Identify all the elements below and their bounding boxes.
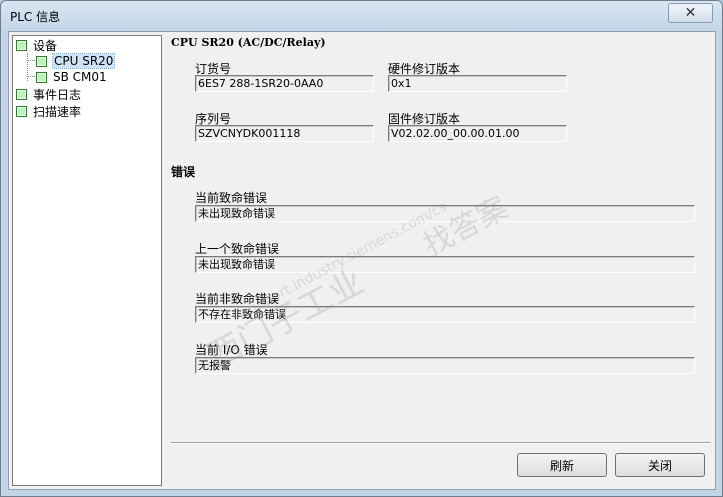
window-title: PLC 信息 xyxy=(10,10,61,24)
current-io-error-label: 当前 I/O 错误 xyxy=(195,343,268,357)
watermark-text: 找答案 xyxy=(417,190,514,264)
firmware-revision-field[interactable]: V02.02.00_00.00.01.00 xyxy=(388,125,567,142)
order-number-field[interactable]: 6ES7 288-1SR20-0AA0 xyxy=(195,75,374,92)
current-fatal-error-field[interactable]: 未出现致命错误 xyxy=(195,205,695,222)
tree-item-scan-rate[interactable]: 扫描速率 xyxy=(16,103,81,119)
last-fatal-error-field[interactable]: 未出现致命错误 xyxy=(195,256,695,273)
navigation-tree[interactable]: 设备 CPU SR20 SB CM01 事件日志 扫描速率 xyxy=(12,35,162,486)
close-button[interactable]: 关闭 xyxy=(615,453,705,477)
dialog-body: 设备 CPU SR20 SB CM01 事件日志 扫描速率 CPU SR20 (… xyxy=(8,31,716,490)
tree-item-label: SB CM01 xyxy=(53,70,107,84)
tree-item-device[interactable]: 设备 xyxy=(16,37,57,53)
divider xyxy=(171,442,711,444)
hardware-revision-field[interactable]: 0x1 xyxy=(388,75,567,92)
tree-item-label: 设备 xyxy=(33,38,58,53)
tree-item-label: CPU SR20 xyxy=(51,53,116,69)
title-bar[interactable]: PLC 信息 ✕ xyxy=(1,1,722,31)
tree-node-icon xyxy=(36,71,47,83)
tree-node-icon xyxy=(16,39,27,51)
current-io-error-field[interactable]: 无报警 xyxy=(195,357,695,374)
errors-heading: 错误 xyxy=(171,165,196,179)
close-icon: ✕ xyxy=(684,5,697,21)
cpu-heading: CPU SR20 (AC/DC/Relay) xyxy=(171,36,326,49)
tree-node-icon xyxy=(16,88,27,100)
tree-item-sb-cm01[interactable]: SB CM01 xyxy=(36,69,107,85)
window-close-button[interactable]: ✕ xyxy=(668,3,713,23)
current-nonfatal-error-label: 当前非致命错误 xyxy=(195,292,280,306)
tree-node-icon xyxy=(16,105,27,117)
current-fatal-error-label: 当前致命错误 xyxy=(195,191,268,205)
current-nonfatal-error-field[interactable]: 不存在非致命错误 xyxy=(195,306,695,323)
refresh-button[interactable]: 刷新 xyxy=(517,453,607,477)
plc-info-dialog: PLC 信息 ✕ 设备 CPU SR20 SB CM01 事件日志 扫描速率 C… xyxy=(0,0,723,497)
tree-item-event-log[interactable]: 事件日志 xyxy=(16,86,81,102)
last-fatal-error-label: 上一个致命错误 xyxy=(195,242,280,256)
tree-node-icon xyxy=(36,55,47,67)
tree-item-label: 事件日志 xyxy=(33,87,82,102)
tree-item-label: 扫描速率 xyxy=(33,104,82,119)
tree-item-cpu-sr20[interactable]: CPU SR20 xyxy=(36,53,116,69)
serial-number-field[interactable]: SZVCNYDK001118 xyxy=(195,125,374,142)
